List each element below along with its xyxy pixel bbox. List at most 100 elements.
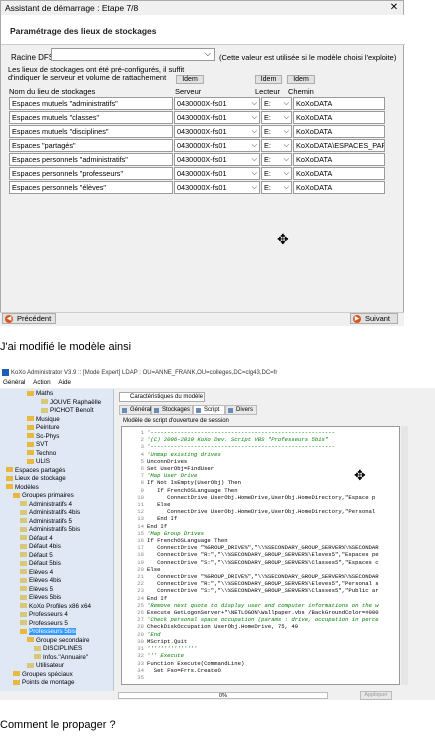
- idem-chemin-button[interactable]: Idem: [287, 75, 315, 84]
- menu-general[interactable]: Général: [3, 379, 25, 386]
- tree-item-label: Défaut 4: [29, 534, 53, 542]
- tree-item[interactable]: Points de montage: [13, 679, 75, 687]
- cell-chemin[interactable]: KoXoDATA: [293, 125, 385, 138]
- cell-lecteur[interactable]: E: ⌵: [261, 97, 292, 110]
- cell-chemin[interactable]: KoXoDATA: [293, 181, 385, 194]
- close-icon[interactable]: ✕: [383, 1, 405, 14]
- tree-item[interactable]: Espaces partagés: [6, 467, 65, 475]
- tab-caracteristiques[interactable]: Caractéristiques du modèle: [119, 392, 205, 402]
- user-icon: [41, 399, 48, 405]
- cell-serveur[interactable]: 0430000X-fs01 ⌵: [174, 125, 260, 138]
- tree-item[interactable]: Administratifs 5: [20, 518, 72, 526]
- tree-item[interactable]: Lieux de stockage: [6, 475, 66, 483]
- tab-stockages[interactable]: Stockages: [151, 405, 193, 415]
- idem-lecteur-button[interactable]: Idem: [255, 75, 282, 84]
- tree-item[interactable]: Musique: [27, 416, 60, 424]
- next-button[interactable]: ▶ Suivant: [350, 313, 398, 324]
- message-text-1: J'ai modifié le modèle ainsi: [0, 341, 132, 353]
- code-line: ConnectDrive "%GROUP_DRIVE%","\\%SECONDA…: [147, 573, 379, 581]
- tree-item[interactable]: Modèles: [6, 484, 39, 492]
- tree-item-label: Administratifs 5bis: [29, 526, 81, 533]
- tree-item[interactable]: DISCIPLINES: [34, 645, 82, 653]
- cell-lecteur[interactable]: E: ⌵: [261, 181, 292, 194]
- cell-lecteur[interactable]: E: ⌵: [261, 139, 292, 152]
- code-line: ''''''''''''''': [147, 645, 198, 653]
- menu-aide[interactable]: Aide: [58, 379, 71, 386]
- code-line: End If: [147, 522, 168, 530]
- tree-item[interactable]: Défaut 4: [20, 535, 53, 543]
- tree-item[interactable]: Techno: [27, 450, 56, 458]
- tree-item[interactable]: Professeurs 4: [20, 611, 68, 619]
- tree-item[interactable]: Infos."Annuaire": [34, 654, 88, 662]
- tree-item[interactable]: Elèves 4: [20, 569, 53, 577]
- tab-script[interactable]: Script: [193, 405, 225, 415]
- tree-item-label: Techno: [36, 449, 57, 457]
- tree-item[interactable]: Maths: [27, 390, 53, 398]
- lecteur-value: E:: [264, 99, 271, 108]
- tree-item[interactable]: SVT: [27, 441, 48, 449]
- cell-chemin[interactable]: KoXoDATA: [293, 97, 385, 110]
- idem-serveur-button[interactable]: Idem: [176, 75, 204, 84]
- tree-item[interactable]: Défaut 4bis: [20, 543, 61, 551]
- script-icon: [196, 408, 201, 413]
- tree-item[interactable]: Elèves 5bis: [20, 594, 61, 602]
- previous-label: Précédent: [17, 314, 52, 323]
- tree-item[interactable]: Groupes spéciaux: [13, 671, 73, 679]
- tree-item[interactable]: Peinture: [27, 424, 59, 432]
- code-line: ConnectDrive UserObj.HomeDrive,UserObj.H…: [147, 493, 376, 501]
- racine-dfs-select[interactable]: ⌵: [51, 48, 215, 61]
- cell-serveur[interactable]: 0430000X-fs01 ⌵: [174, 111, 260, 124]
- cell-lecteur[interactable]: E: ⌵: [261, 153, 292, 166]
- cell-chemin[interactable]: KoXoDATA: [293, 153, 385, 166]
- cell-serveur[interactable]: 0430000X-fs01 ⌵: [174, 97, 260, 110]
- cell-lecteur[interactable]: E: ⌵: [261, 125, 292, 138]
- tree-item[interactable]: JOUVE Raphaëlle: [41, 399, 101, 407]
- tree-item[interactable]: Elèves 5: [20, 586, 53, 594]
- tree-item[interactable]: Administratifs 4bis: [20, 509, 80, 517]
- cell-lecteur[interactable]: E: ⌵: [261, 111, 292, 124]
- folder-icon: [20, 543, 27, 549]
- tree-item[interactable]: Défaut 5bis: [20, 560, 61, 568]
- tree-item[interactable]: PICHOT Benoît: [41, 407, 94, 415]
- tab-divers[interactable]: Divers: [225, 405, 257, 415]
- tree-item-label: Groupe secondaire: [36, 636, 90, 644]
- menu-action[interactable]: Action: [33, 379, 51, 386]
- tree-item[interactable]: Groupes primaires: [13, 492, 74, 500]
- code-line: 'Check personal space occupation (params…: [147, 616, 379, 624]
- cell-serveur[interactable]: 0430000X-fs01 ⌵: [174, 153, 260, 166]
- tree-item-label: Utilisateur: [36, 662, 64, 669]
- script-editor[interactable]: 1 2 3 4 5 6 7 8 9 10 11 12 13 14 15 16 17 18 19 20 21 22 23 24 2…: [121, 426, 400, 685]
- line-number: 11: [137, 501, 144, 509]
- tree-item[interactable]: Elèves 4bis: [20, 577, 61, 585]
- table-row: Espaces personnels "professeurs" 0430000X…: [9, 167, 385, 180]
- folder-icon: [13, 671, 20, 677]
- cell-chemin[interactable]: KoXoDATA: [293, 167, 385, 180]
- cell-chemin[interactable]: KoXoDATA\ESPACES_PARTAG: [293, 139, 385, 152]
- tab-general[interactable]: Général: [119, 405, 151, 415]
- line-number: 1: [140, 429, 144, 436]
- move-cursor-icon: ✥: [354, 467, 366, 483]
- tree-item[interactable]: Défaut 5: [20, 552, 53, 560]
- cell-serveur[interactable]: 0430000X-fs01 ⌵: [174, 139, 260, 152]
- cell-serveur[interactable]: 0430000X-fs01 ⌵: [174, 181, 260, 194]
- cell-lecteur[interactable]: E: ⌵: [261, 167, 292, 180]
- folder-icon: [27, 416, 34, 422]
- tree-item[interactable]: Sc-Phys: [27, 433, 59, 441]
- tree-item[interactable]: KoXo Profiles x86 x64: [20, 603, 91, 611]
- cell-chemin[interactable]: KoXoDATA: [293, 111, 385, 124]
- tree-item[interactable]: Administratifs 5bis: [20, 526, 80, 534]
- tree-item[interactable]: Utilisateur: [27, 662, 64, 670]
- cell-serveur[interactable]: 0430000X-fs01 ⌵: [174, 167, 260, 180]
- previous-button[interactable]: ◀ Précédent: [2, 313, 56, 324]
- editor-scrollbar[interactable]: [401, 426, 408, 685]
- tree-item[interactable]: Professeurs 5: [20, 620, 68, 628]
- line-number: 7: [140, 472, 144, 480]
- tree-item[interactable]: Professeurs 5bis: [20, 628, 76, 636]
- apply-button[interactable]: Appliquer: [360, 691, 392, 700]
- tree-item[interactable]: Administratifs 4: [20, 501, 72, 509]
- code-line: End If: [147, 515, 178, 523]
- tree-item[interactable]: ULIS: [27, 458, 50, 466]
- tree-item[interactable]: Groupe secondaire: [27, 637, 90, 645]
- tab-script-label: Script: [204, 407, 220, 413]
- tree-item-label: Défaut 5bis: [29, 560, 61, 567]
